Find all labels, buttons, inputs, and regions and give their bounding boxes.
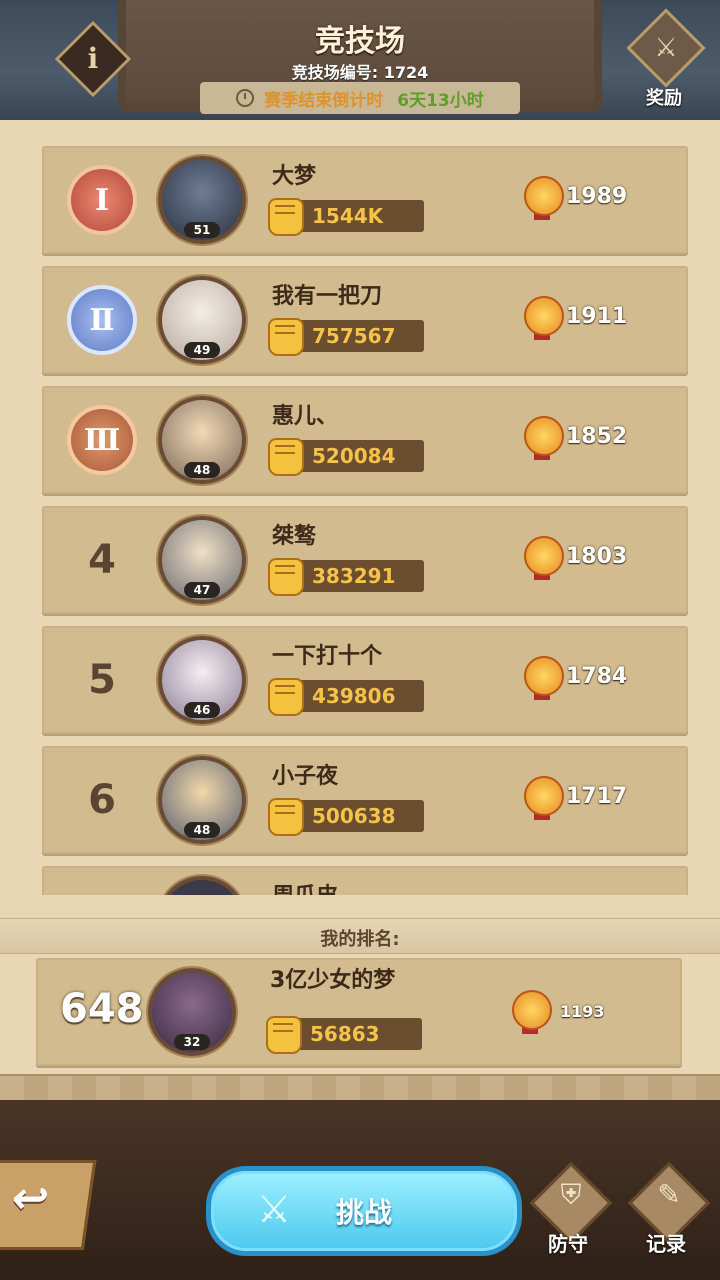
fist-icon	[268, 678, 304, 716]
avatar[interactable]: 49	[158, 276, 246, 364]
rank-number: 6	[88, 777, 116, 823]
info-icon: i	[87, 42, 99, 75]
clock-icon	[236, 89, 255, 107]
season-time: 6天13小时	[397, 90, 484, 111]
defense-button[interactable]: ⛨ 防守	[528, 1161, 613, 1256]
level-badge: 32	[174, 1034, 210, 1050]
back-arrow-icon: ↩	[8, 1173, 53, 1224]
player-name: 周瓜皮	[272, 878, 338, 895]
leaderboard-row[interactable]: 6 48 小子夜 500638 1717	[42, 746, 688, 854]
power-bar: 56863	[266, 1016, 422, 1054]
player-name: 大梦	[272, 164, 317, 189]
my-rank-label: 我的排名:	[320, 929, 400, 950]
rank-1-medal: Ⅰ	[67, 165, 137, 235]
fist-icon	[268, 438, 304, 476]
trophy-medal-icon	[524, 416, 564, 460]
avatar[interactable]: 46	[158, 636, 246, 724]
fist-icon	[268, 558, 304, 596]
arena-score: 1911	[566, 304, 628, 329]
my-rank-band: 我的排名:	[0, 918, 720, 954]
fist-icon	[266, 1016, 302, 1054]
defense-label: 防守	[548, 1232, 588, 1256]
arena-score: 1717	[566, 784, 628, 809]
rank-number: 5	[88, 657, 116, 703]
power-value: 500638	[312, 804, 396, 828]
avatar[interactable]: 47	[158, 516, 246, 604]
arena-score: 1193	[560, 1002, 605, 1021]
challenge-button[interactable]: ⚔ 挑战	[206, 1166, 522, 1256]
level-badge: 46	[184, 702, 220, 718]
level-badge: 47	[184, 582, 220, 598]
trophy-medal-icon	[524, 776, 564, 820]
rank-number: 4	[88, 537, 116, 583]
season-countdown: 赛季结束倒计时 6天13小时	[200, 82, 520, 114]
avatar[interactable]: 48	[158, 756, 246, 844]
player-name: 我有一把刀	[272, 284, 383, 309]
level-badge: 48	[184, 462, 220, 478]
reward-button[interactable]: ⚔ 奖励	[626, 8, 706, 109]
leaderboard-row[interactable]: 周瓜皮	[42, 866, 688, 895]
level-badge: 51	[184, 222, 220, 238]
power-value: 383291	[312, 564, 396, 588]
avatar[interactable]: 48	[158, 396, 246, 484]
avatar[interactable]: 32	[148, 968, 236, 1056]
leaderboard-list[interactable]: Ⅰ 51 大梦 1544K 1989 Ⅱ 49 我有一把刀 757567 191…	[0, 140, 720, 895]
player-name: 3亿少女的梦	[270, 968, 396, 993]
power-bar: 500638	[268, 798, 424, 836]
player-name: 桀骜	[272, 524, 317, 549]
fist-icon	[268, 318, 304, 356]
power-value: 1544K	[312, 204, 384, 228]
my-rank-row[interactable]: 648 32 3亿少女的梦 56863 1193	[36, 958, 682, 1066]
leaderboard-row[interactable]: Ⅰ 51 大梦 1544K 1989	[42, 146, 688, 254]
reward-label: 奖励	[646, 88, 682, 109]
arena-score: 1803	[566, 544, 628, 569]
avatar[interactable]	[158, 876, 246, 895]
player-name: 小子夜	[272, 764, 339, 789]
power-value: 56863	[310, 1022, 380, 1046]
rank-2-medal: Ⅱ	[67, 285, 137, 355]
power-value: 439806	[312, 684, 396, 708]
challenge-label: 挑战	[335, 1196, 392, 1229]
arena-score: 1989	[566, 184, 628, 209]
trophy-medal-icon	[524, 536, 564, 580]
power-bar: 439806	[268, 678, 424, 716]
level-badge: 48	[184, 822, 220, 838]
fist-icon	[268, 798, 304, 836]
power-bar: 520084	[268, 438, 424, 476]
arena-score: 1852	[566, 424, 628, 449]
power-bar: 383291	[268, 558, 424, 596]
record-button[interactable]: ✎ 记录	[626, 1161, 711, 1256]
level-badge: 49	[184, 342, 220, 358]
leaderboard-row[interactable]: 5 46 一下打十个 439806 1784	[42, 626, 688, 734]
leaderboard-row[interactable]: Ⅱ 49 我有一把刀 757567 1911	[42, 266, 688, 374]
player-name: 惠儿、	[272, 404, 339, 429]
leaderboard-row[interactable]: 4 47 桀骜 383291 1803	[42, 506, 688, 614]
power-value: 520084	[312, 444, 396, 468]
fist-icon	[268, 198, 304, 236]
record-label: 记录	[646, 1232, 686, 1256]
season-label: 赛季结束倒计时	[264, 90, 384, 111]
avatar[interactable]: 51	[158, 156, 246, 244]
trophy-medal-icon	[512, 990, 552, 1034]
my-rank-number: 648	[60, 986, 144, 1032]
leaderboard-row[interactable]: Ⅲ 48 惠儿、 520084 1852	[42, 386, 688, 494]
back-button[interactable]: ↩	[0, 1160, 97, 1250]
rank-3-medal: Ⅲ	[67, 405, 137, 475]
power-bar: 757567	[268, 318, 424, 356]
arena-score: 1784	[566, 664, 628, 689]
trophy-medal-icon	[524, 656, 564, 700]
power-value: 757567	[312, 324, 396, 348]
player-name: 一下打十个	[272, 644, 383, 669]
trophy-medal-icon	[524, 176, 564, 220]
power-bar: 1544K	[268, 198, 424, 236]
trophy-medal-icon	[524, 296, 564, 340]
